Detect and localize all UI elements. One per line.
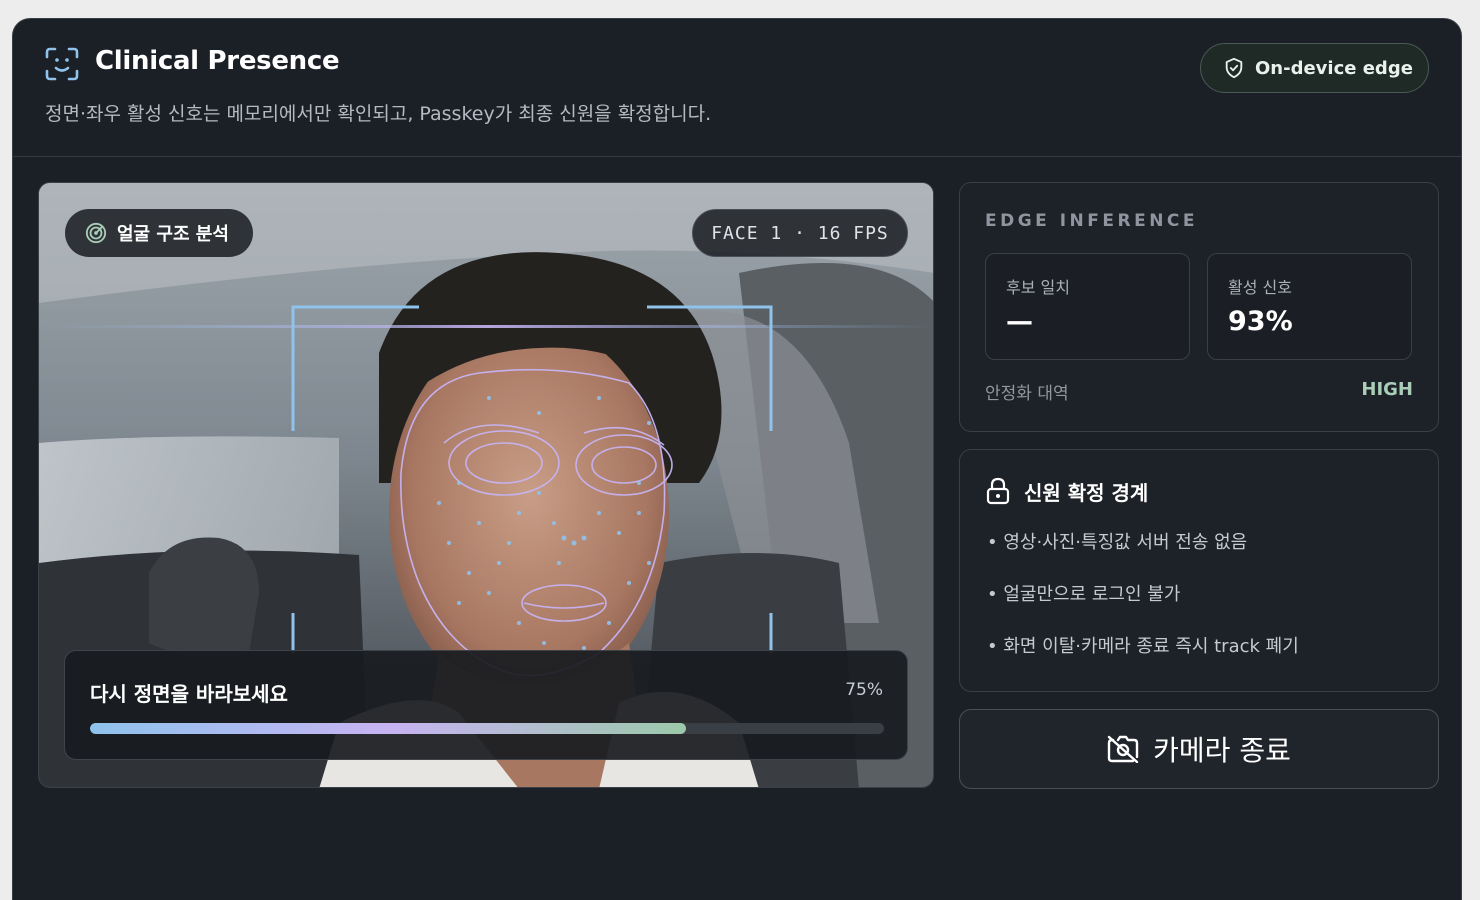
candidate-label: 후보 일치 — [1006, 278, 1070, 297]
camera-preview: 얼굴 구조 분석 FACE 1 · 16 FPS 다시 정면을 바라보세요 75… — [38, 182, 934, 788]
list-item: 영상·사진·특징값 서버 전송 없음 — [987, 528, 1299, 580]
stop-camera-button[interactable]: 카메라 종료 — [959, 709, 1439, 789]
progress-fill — [90, 723, 686, 734]
inference-title: EDGE INFERENCE — [985, 211, 1199, 231]
on-device-badge: On-device edge — [1200, 43, 1429, 93]
boundary-rules-list: 영상·사진·특징값 서버 전송 없음 얼굴만으로 로그인 불가 화면 이탈·카메… — [987, 528, 1299, 684]
app-title: Clinical Presence — [95, 46, 340, 76]
stop-camera-label: 카메라 종료 — [1153, 734, 1291, 767]
identity-boundary-panel: 신원 확정 경계 영상·사진·특징값 서버 전송 없음 얼굴만으로 로그인 불가… — [959, 449, 1439, 692]
stability-value: HIGH — [1361, 379, 1413, 400]
analysis-status-pill: 얼굴 구조 분석 — [65, 209, 253, 257]
camera-off-icon — [1107, 735, 1139, 763]
list-item: 화면 이탈·카메라 종료 즉시 track 폐기 — [987, 632, 1298, 684]
face-scan-icon — [45, 47, 79, 81]
app-window: Clinical Presence 정면·좌우 활성 신호는 메모리에서만 확인… — [12, 18, 1462, 900]
liveness-value: 93% — [1228, 306, 1293, 337]
boundary-title: 신원 확정 경계 — [1024, 481, 1149, 505]
page-subtitle: 정면·좌우 활성 신호는 메모리에서만 확인되고, Passkey가 최종 신원… — [45, 103, 712, 125]
header: Clinical Presence 정면·좌우 활성 신호는 메모리에서만 확인… — [13, 19, 1461, 157]
progress-percent: 75% — [845, 680, 883, 700]
progress-track — [90, 723, 884, 734]
shield-check-icon — [1225, 57, 1243, 79]
liveness-label: 활성 신호 — [1228, 278, 1292, 297]
candidate-value: — — [1006, 306, 1033, 337]
candidate-match-card: 후보 일치 — — [985, 253, 1190, 360]
liveness-signal-card: 활성 신호 93% — [1207, 253, 1412, 360]
edge-inference-panel: EDGE INFERENCE 후보 일치 — 활성 신호 93% 안정화 대역 … — [959, 182, 1439, 432]
badge-label: On-device edge — [1255, 57, 1413, 79]
stability-label: 안정화 대역 — [985, 384, 1069, 404]
progress-card: 다시 정면을 바라보세요 75% — [64, 650, 908, 760]
analysis-label: 얼굴 구조 분석 — [117, 224, 229, 245]
instruction-text: 다시 정면을 바라보세요 — [90, 682, 288, 706]
list-item: 얼굴만으로 로그인 불가 — [987, 580, 1299, 632]
stream-info-pill: FACE 1 · 16 FPS — [692, 209, 908, 257]
lock-icon — [986, 477, 1010, 505]
radar-icon — [85, 222, 107, 244]
